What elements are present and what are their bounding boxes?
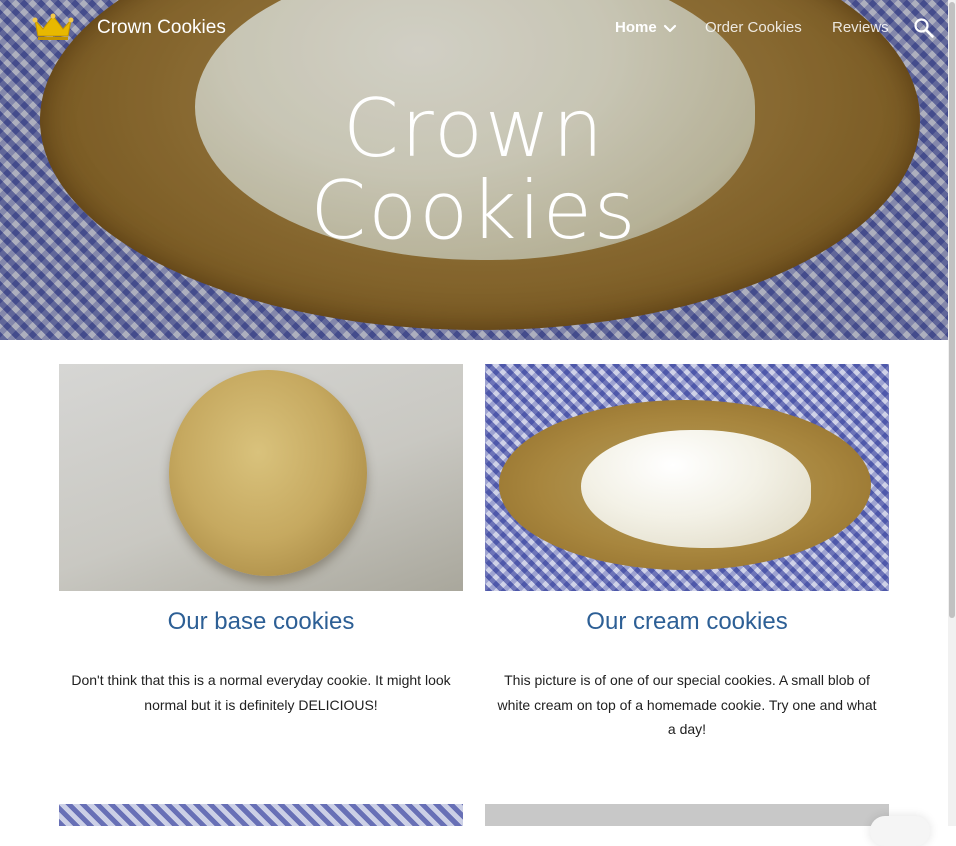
floating-info-button[interactable] bbox=[870, 816, 930, 846]
site-name-link[interactable]: Crown Cookies bbox=[97, 17, 226, 39]
hero-title-line-1: Crown bbox=[342, 82, 606, 175]
search-icon[interactable] bbox=[913, 17, 935, 39]
nav-item-home[interactable]: Home bbox=[615, 19, 657, 36]
gingham-image-partial bbox=[59, 804, 463, 826]
card-text-base-cookies: Don't think that this is a normal everyd… bbox=[71, 672, 451, 713]
cream-blob-shape bbox=[581, 430, 811, 548]
cream-cookie-image bbox=[485, 364, 889, 591]
base-cookie-shape bbox=[169, 370, 367, 576]
nav-item-reviews[interactable]: Reviews bbox=[832, 19, 889, 36]
base-cookie-image bbox=[59, 364, 463, 591]
page-scrollbar[interactable] bbox=[948, 0, 956, 826]
cream-cookie-shape bbox=[499, 400, 871, 570]
hero-title-line-2: Cookies bbox=[310, 164, 638, 257]
top-navigation: Crown Cookies Home Order Cookies Reviews bbox=[0, 0, 948, 58]
nav-item-order-cookies[interactable]: Order Cookies bbox=[705, 19, 802, 36]
card-title-base-cookies: Our base cookies bbox=[167, 608, 355, 635]
scrollbar-thumb[interactable] bbox=[949, 2, 955, 618]
card-text-cream-cookies: This picture is of one of our special co… bbox=[497, 672, 877, 737]
gray-image-partial bbox=[485, 804, 889, 826]
chevron-down-icon[interactable] bbox=[663, 22, 677, 36]
card-title-cream-cookies: Our cream cookies bbox=[586, 608, 788, 635]
crown-icon[interactable] bbox=[32, 12, 74, 42]
